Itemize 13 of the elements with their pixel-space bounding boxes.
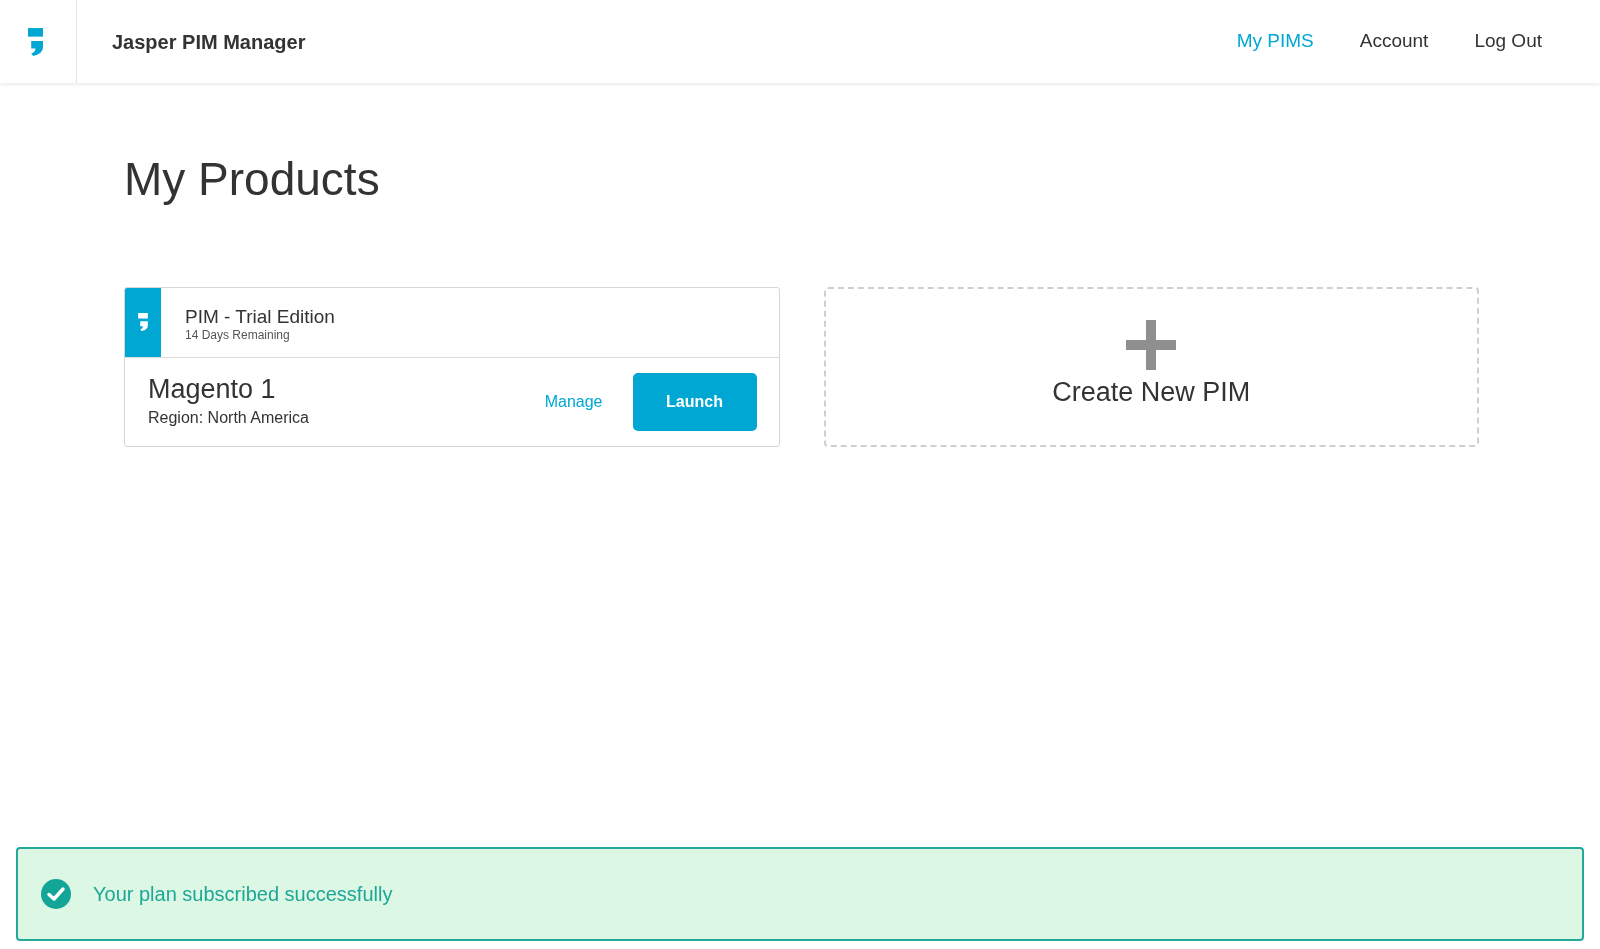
app-title: Jasper PIM Manager (112, 29, 306, 55)
product-region: Region: North America (148, 408, 309, 429)
logo-icon (138, 313, 148, 331)
create-pim-card[interactable]: Create New PIM (823, 286, 1479, 447)
page-heading: My Products (124, 152, 381, 207)
nav-link[interactable]: Log Out (1474, 27, 1542, 56)
product-name: Magento 1 (148, 372, 277, 406)
toast-message: Your plan subscribed successfully (93, 882, 393, 907)
days-remaining: 14 Days Remaining (185, 328, 291, 344)
nav-link[interactable]: Account (1359, 27, 1429, 56)
edition-title: PIM - Trial Edition (185, 304, 335, 329)
check-circle-icon (41, 879, 71, 909)
plus-icon (1126, 320, 1177, 371)
